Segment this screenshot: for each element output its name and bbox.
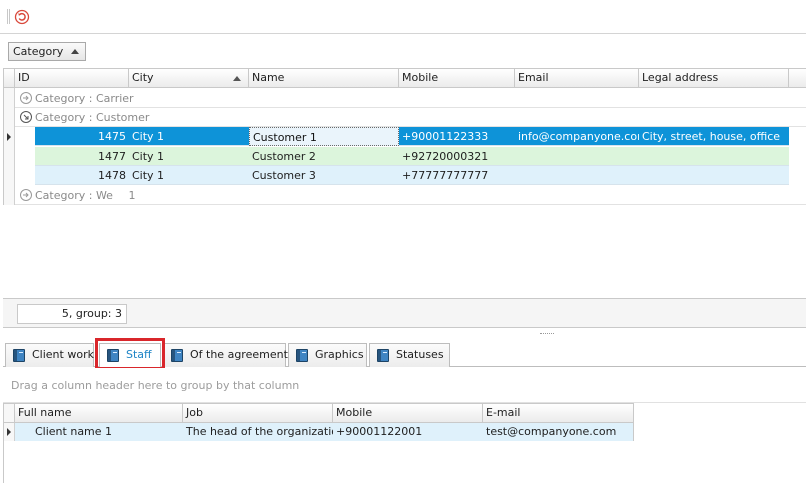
group-row-we[interactable]: Category : We 1 (15, 186, 806, 205)
cell-name[interactable]: Customer 3 (249, 166, 399, 185)
cell-mobile[interactable]: +90001122333 (399, 127, 515, 146)
column-header-id[interactable]: ID (15, 69, 129, 88)
cell-email[interactable]: test@companyone.com (483, 423, 633, 441)
column-header-name[interactable]: Name (249, 69, 399, 88)
column-header-email[interactable]: E-mail (483, 404, 633, 423)
toolbar-grip[interactable] (7, 9, 10, 24)
cell-email[interactable] (515, 147, 639, 166)
staff-grid: Full name Job Mobile E-mail Client name … (3, 403, 634, 441)
splitter-handle[interactable] (540, 333, 554, 336)
group-by-panel[interactable]: Drag a column header here to group by th… (3, 368, 806, 403)
book-icon (296, 349, 308, 362)
column-header-mobile[interactable]: Mobile (333, 404, 483, 423)
book-icon (13, 349, 25, 362)
cell-email[interactable]: info@companyone.com (515, 127, 639, 146)
cell-mobile[interactable]: +77777777777 (399, 166, 515, 185)
cell-legal-address[interactable] (639, 147, 789, 166)
refresh-button[interactable] (14, 9, 30, 25)
column-header-legal-address[interactable]: Legal address (639, 69, 789, 88)
cell-id[interactable]: 1477 (35, 147, 129, 166)
sort-ascending-icon (233, 76, 241, 81)
group-panel-hint: Drag a column header here to group by th… (11, 379, 300, 392)
column-header-city[interactable]: City (129, 69, 249, 88)
table-row[interactable]: 1475 City 1 Customer 1 +90001122333 info… (35, 127, 789, 146)
column-header-mobile[interactable]: Mobile (399, 69, 515, 88)
column-header-filler (789, 69, 806, 88)
customers-grid: ID City Name Mobile Email Legal address … (3, 68, 806, 205)
group-row-customer[interactable]: Category : Customer (15, 108, 806, 127)
refresh-icon (14, 9, 30, 25)
tab-statuses[interactable]: Statuses (369, 343, 450, 367)
grid-header-corner (4, 404, 15, 423)
cell-legal-address[interactable] (639, 166, 789, 185)
grid-header-corner (4, 69, 15, 88)
tab-client-work[interactable]: Client work (5, 343, 94, 367)
staff-tab-highlight (95, 338, 165, 370)
expand-group-icon[interactable] (20, 92, 32, 104)
cell-full-name[interactable]: Client name 1 (15, 423, 183, 441)
table-row[interactable]: 1478 City 1 Customer 3 +77777777777 (35, 166, 789, 185)
current-row-indicator-icon (7, 428, 11, 436)
current-row-indicator-icon (7, 133, 11, 141)
cell-email[interactable] (515, 166, 639, 185)
table-row[interactable]: Client name 1 The head of the organizati… (15, 423, 633, 441)
group-by-category-chip[interactable]: Category (8, 42, 86, 61)
book-icon (377, 349, 389, 362)
column-header-full-name[interactable]: Full name (15, 404, 183, 423)
grid-footer: 5, group: 3 (3, 298, 806, 328)
column-header-email[interactable]: Email (515, 69, 639, 88)
expand-group-icon[interactable] (20, 189, 32, 201)
group-row-carrier[interactable]: Category : Carrier (15, 89, 806, 108)
cell-city[interactable]: City 1 (129, 147, 249, 166)
group-chip-label: Category (13, 45, 64, 58)
toolbar (0, 0, 806, 34)
staff-grid-empty-area (3, 441, 806, 483)
group-count: 1 (128, 189, 136, 202)
sort-ascending-icon (71, 49, 79, 54)
footer-summary: 5, group: 3 (17, 304, 127, 324)
table-row[interactable]: 1477 City 1 Customer 2 +92720000321 (35, 147, 789, 166)
cell-city[interactable]: City 1 (129, 127, 249, 146)
cell-name[interactable]: Customer 2 (249, 147, 399, 166)
tab-graphics[interactable]: Graphics (288, 343, 367, 367)
collapse-group-icon[interactable] (20, 111, 32, 123)
cell-legal-address[interactable]: City, street, house, office (639, 127, 789, 146)
book-icon (171, 349, 183, 362)
cell-mobile[interactable]: +92720000321 (399, 147, 515, 166)
cell-id[interactable]: 1475 (35, 127, 129, 146)
cell-city[interactable]: City 1 (129, 166, 249, 185)
tab-of-the-agreement[interactable]: Of the agreement (163, 343, 288, 367)
cell-mobile[interactable]: +90001122001 (333, 423, 483, 441)
column-header-job[interactable]: Job (183, 404, 333, 423)
cell-job[interactable]: The head of the organization (183, 423, 333, 441)
cell-id[interactable]: 1478 (35, 166, 129, 185)
cell-name[interactable]: Customer 1 (249, 127, 399, 146)
